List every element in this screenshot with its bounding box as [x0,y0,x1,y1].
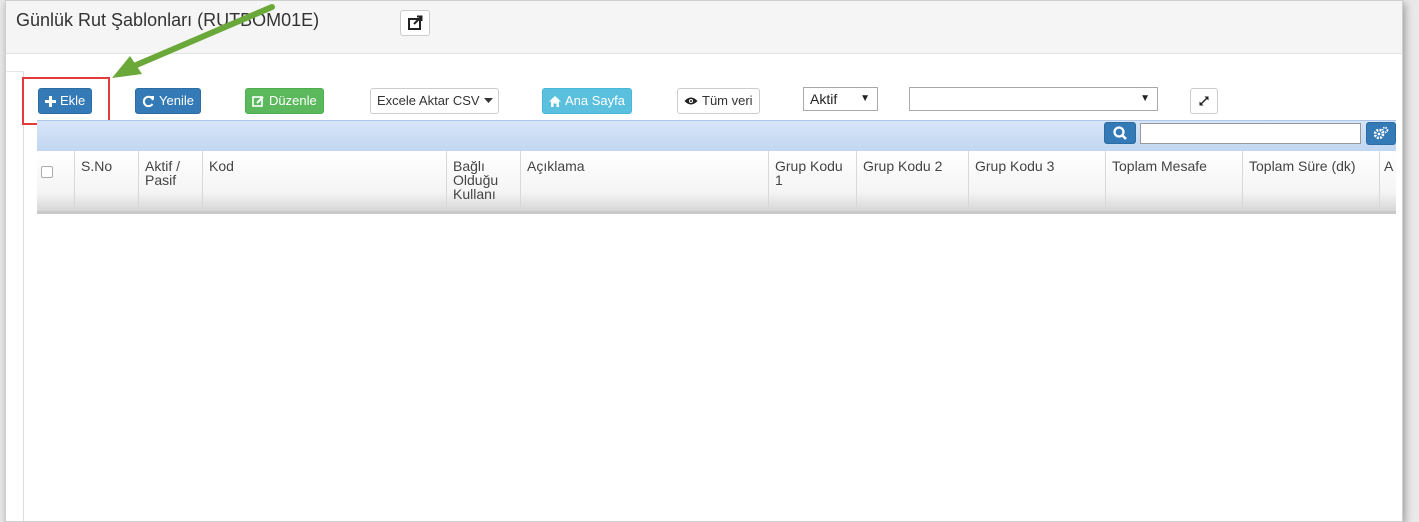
add-button[interactable]: Ekle [38,88,93,114]
column-header-group-code-2[interactable]: Grup Kodu 2 [857,151,969,211]
column-header-group-code-1[interactable]: Grup Kodu 1 [769,151,857,211]
grid-header: S.No Aktif / Pasif Kod Bağlı Olduğu Kull… [37,151,1396,214]
edit-button-label: Düzenle [269,93,317,108]
refresh-button[interactable]: Yenile [135,88,201,114]
all-data-button-label: Tüm veri [702,93,753,108]
all-data-button[interactable]: Tüm veri [677,88,760,114]
gears-icon [1373,126,1389,140]
expand-icon [1199,96,1209,106]
edit-button[interactable]: Düzenle [245,88,324,114]
open-new-window-button[interactable] [400,10,430,36]
filter-select[interactable]: ▼ [909,87,1158,111]
grid-settings-button[interactable] [1366,122,1396,145]
select-arrow-icon: ▼ [1140,93,1150,104]
grid-search-input[interactable] [1140,123,1361,144]
home-button-label: Ana Sayfa [565,93,625,108]
refresh-button-label: Yenile [159,93,194,108]
column-header-sno[interactable]: S.No [75,151,139,211]
status-select[interactable]: Aktif ▼ [803,87,878,111]
plus-icon [45,95,56,107]
column-header-linked-user[interactable]: Bağlı Olduğu Kullanı [447,151,521,211]
caret-down-icon [483,98,493,103]
add-button-label: Ekle [60,93,86,108]
fullscreen-button[interactable] [1190,88,1218,114]
select-arrow-icon: ▼ [860,93,870,104]
select-all-column [37,151,75,211]
column-header-description[interactable]: Açıklama [521,151,769,211]
status-select-value: Aktif [810,91,838,107]
edit-icon [252,95,264,107]
annotation-arrow [112,4,275,78]
home-icon [549,95,561,107]
eye-icon [684,97,698,105]
search-icon [1113,126,1127,140]
column-header-active-passive[interactable]: Aktif / Pasif [139,151,203,211]
column-header-truncated[interactable]: A [1380,151,1396,211]
column-header-group-code-3[interactable]: Grup Kodu 3 [969,151,1106,211]
external-link-icon [408,15,423,30]
refresh-icon [142,95,154,107]
search-button[interactable] [1104,122,1136,144]
select-all-checkbox[interactable] [41,166,53,178]
export-dropdown-button[interactable]: Excele Aktar CSV [370,88,499,114]
column-header-total-duration[interactable]: Toplam Süre (dk) [1243,151,1380,211]
home-button[interactable]: Ana Sayfa [542,88,632,114]
export-button-label: Excele Aktar CSV [377,93,480,108]
column-header-code[interactable]: Kod [203,151,447,211]
column-header-total-distance[interactable]: Toplam Mesafe [1106,151,1243,211]
